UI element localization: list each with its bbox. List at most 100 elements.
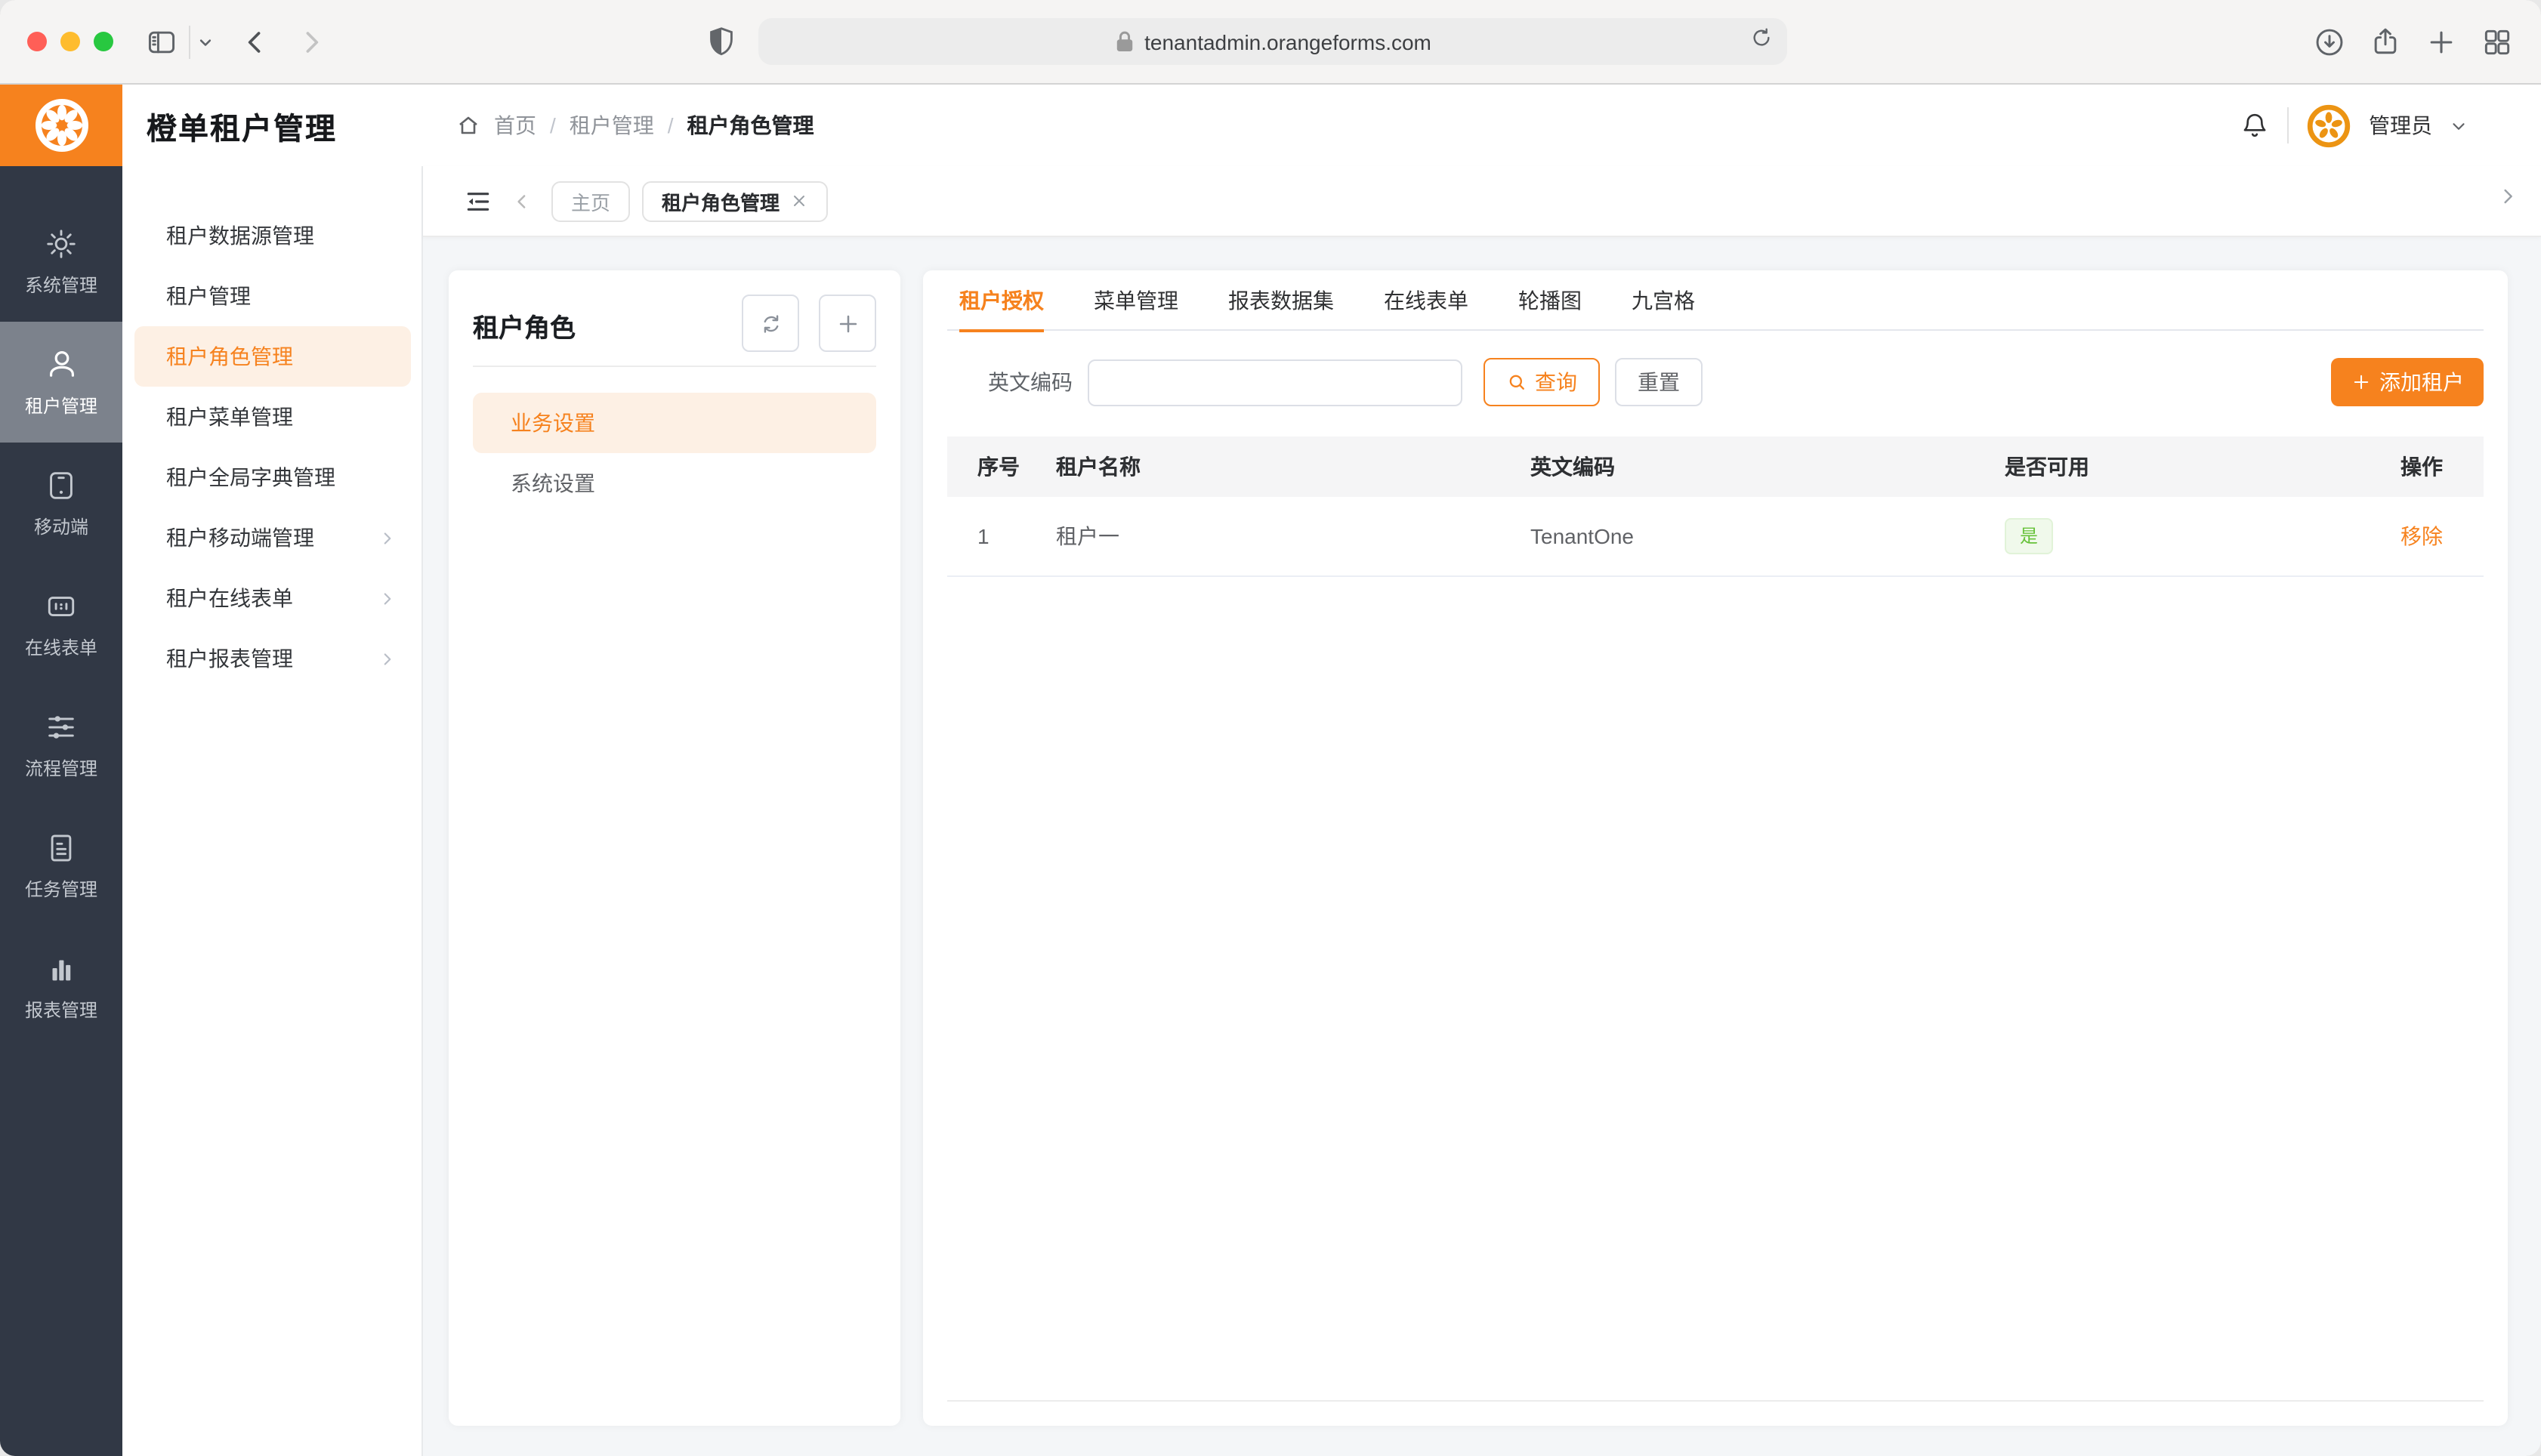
browser-window: tenantadmin.orangeforms.com xyxy=(0,0,2541,1456)
breadcrumb-home[interactable]: 首页 xyxy=(494,110,536,140)
user-menu-chevron-icon[interactable] xyxy=(2449,116,2468,135)
role-item-business[interactable]: 业务设置 xyxy=(473,393,876,453)
sidebar-item-task[interactable]: 任务管理 xyxy=(0,805,122,926)
user-name[interactable]: 管理员 xyxy=(2369,110,2432,140)
refresh-button[interactable] xyxy=(742,295,799,352)
sidebar-item-system[interactable]: 系统管理 xyxy=(0,201,122,322)
gear-icon xyxy=(44,226,79,261)
primary-sidebar: 系统管理 租户管理 移动端 在线表单 xyxy=(0,166,122,1456)
document-icon xyxy=(44,830,79,865)
chevron-down-icon[interactable] xyxy=(195,32,216,53)
sliders-icon xyxy=(44,709,79,744)
tab-strip: 主页 租户角色管理 xyxy=(423,166,2541,237)
grant-tabs: 租户授权 菜单管理 报表数据集 在线表单 轮播图 九宫格 xyxy=(947,270,2484,331)
toolbar-divider xyxy=(189,26,190,59)
col-name: 租户名称 xyxy=(1056,452,1530,482)
header-divider xyxy=(2287,107,2289,143)
tab-grid-nine[interactable]: 九宫格 xyxy=(1632,270,1695,330)
refresh-icon xyxy=(758,310,783,336)
tab-tenant-role[interactable]: 租户角色管理 xyxy=(642,180,828,221)
table-header-row: 序号 租户名称 英文编码 是否可用 操作 xyxy=(947,436,2484,497)
tenant-table: 序号 租户名称 英文编码 是否可用 操作 1 租户一 TenantOne 是 移… xyxy=(947,436,2484,577)
card-bottom-divider xyxy=(947,1400,2484,1426)
search-field-label: 英文编码 xyxy=(988,367,1073,397)
menu-item-datasource[interactable]: 租户数据源管理 xyxy=(122,205,421,266)
user-icon xyxy=(43,346,79,382)
tab-tenant-grant[interactable]: 租户授权 xyxy=(959,270,1044,330)
menu-item-dict[interactable]: 租户全局字典管理 xyxy=(122,447,421,507)
menu-item-tenant-mobile[interactable]: 租户移动端管理 xyxy=(122,507,421,568)
search-toolbar: 英文编码 查询 重置 添加租户 xyxy=(947,358,2484,406)
scroll-tabs-left-icon[interactable] xyxy=(511,190,533,212)
breadcrumb: 首页 / 租户管理 / 租户角色管理 xyxy=(456,85,814,166)
notification-bell-icon[interactable] xyxy=(2239,110,2271,141)
cell-name: 租户一 xyxy=(1056,521,1530,551)
share-button[interactable] xyxy=(2369,26,2402,59)
search-icon xyxy=(1506,372,1527,393)
plus-icon xyxy=(835,310,860,336)
lock-icon xyxy=(1114,30,1134,53)
card-divider xyxy=(473,366,876,367)
chevron-right-icon xyxy=(378,649,397,668)
menu-item-tenant-role[interactable]: 租户角色管理 xyxy=(134,326,411,387)
sidebar-item-mobile[interactable]: 移动端 xyxy=(0,443,122,563)
app-logo xyxy=(0,85,122,166)
cell-index: 1 xyxy=(947,524,1056,548)
back-button[interactable] xyxy=(239,26,272,59)
close-window-button[interactable] xyxy=(27,32,47,51)
tab-report-dataset[interactable]: 报表数据集 xyxy=(1228,270,1334,330)
new-tab-button[interactable] xyxy=(2425,26,2458,59)
cell-code: TenantOne xyxy=(1530,524,2005,548)
privacy-shield-icon[interactable] xyxy=(704,24,739,59)
role-list: 业务设置 系统设置 xyxy=(473,393,876,514)
close-tab-icon[interactable] xyxy=(790,192,808,210)
forward-button[interactable] xyxy=(295,26,328,59)
url-text: tenantadmin.orangeforms.com xyxy=(1144,29,1431,54)
tab-menu-manage[interactable]: 菜单管理 xyxy=(1094,270,1178,330)
secondary-sidebar: 租户数据源管理 租户管理 租户角色管理 租户菜单管理 租户全局字典管理 租户移动… xyxy=(122,166,423,1456)
chevron-right-icon xyxy=(378,588,397,608)
tab-online-form[interactable]: 在线表单 xyxy=(1384,270,1468,330)
tab-carousel[interactable]: 轮播图 xyxy=(1518,270,1582,330)
col-index: 序号 xyxy=(947,452,1056,482)
reset-button[interactable]: 重置 xyxy=(1615,358,1703,406)
tenant-role-card: 租户角色 xyxy=(449,270,900,1426)
chevron-right-icon xyxy=(378,528,397,548)
code-search-input[interactable] xyxy=(1088,359,1462,406)
menu-item-tenant-online-form[interactable]: 租户在线表单 xyxy=(122,568,421,628)
address-bar[interactable]: tenantadmin.orangeforms.com xyxy=(758,18,1787,65)
sidebar-toggle-icon[interactable] xyxy=(145,26,178,59)
breadcrumb-current: 租户角色管理 xyxy=(687,110,814,140)
tab-home[interactable]: 主页 xyxy=(551,180,630,221)
plus-icon xyxy=(2351,372,2372,393)
avatar[interactable] xyxy=(2305,102,2352,149)
menu-item-tenant[interactable]: 租户管理 xyxy=(122,266,421,326)
tab-overview-button[interactable] xyxy=(2481,26,2514,59)
scroll-tabs-right-icon[interactable] xyxy=(2496,184,2520,208)
zoom-window-button[interactable] xyxy=(94,32,113,51)
col-enabled: 是否可用 xyxy=(2005,452,2317,482)
add-role-button[interactable] xyxy=(819,295,876,352)
downloads-button[interactable] xyxy=(2313,26,2346,59)
orange-slice-icon xyxy=(31,95,91,156)
status-badge: 是 xyxy=(2005,518,2053,554)
breadcrumb-tenant[interactable]: 租户管理 xyxy=(570,110,654,140)
reload-icon[interactable] xyxy=(1749,26,1774,50)
remove-link[interactable]: 移除 xyxy=(2401,524,2443,548)
sidebar-item-report[interactable]: 报表管理 xyxy=(0,926,122,1047)
sidebar-item-online-form[interactable]: 在线表单 xyxy=(0,563,122,684)
role-item-system[interactable]: 系统设置 xyxy=(473,453,876,514)
traffic-lights[interactable] xyxy=(27,32,113,51)
col-code: 英文编码 xyxy=(1530,452,2005,482)
sidebar-item-workflow[interactable]: 流程管理 xyxy=(0,684,122,805)
sidebar-item-tenant[interactable]: 租户管理 xyxy=(0,322,122,443)
add-tenant-button[interactable]: 添加租户 xyxy=(2331,358,2484,406)
menu-item-tenant-menu[interactable]: 租户菜单管理 xyxy=(122,387,421,447)
app-header: 橙单租户管理 首页 / 租户管理 / 租户角色管理 xyxy=(0,85,2541,166)
query-button[interactable]: 查询 xyxy=(1484,358,1600,406)
menu-fold-icon[interactable] xyxy=(464,187,492,215)
content-area: 租户角色 xyxy=(423,237,2541,1456)
minimize-window-button[interactable] xyxy=(60,32,80,51)
tablet-icon xyxy=(44,467,79,502)
menu-item-tenant-report[interactable]: 租户报表管理 xyxy=(122,628,421,689)
